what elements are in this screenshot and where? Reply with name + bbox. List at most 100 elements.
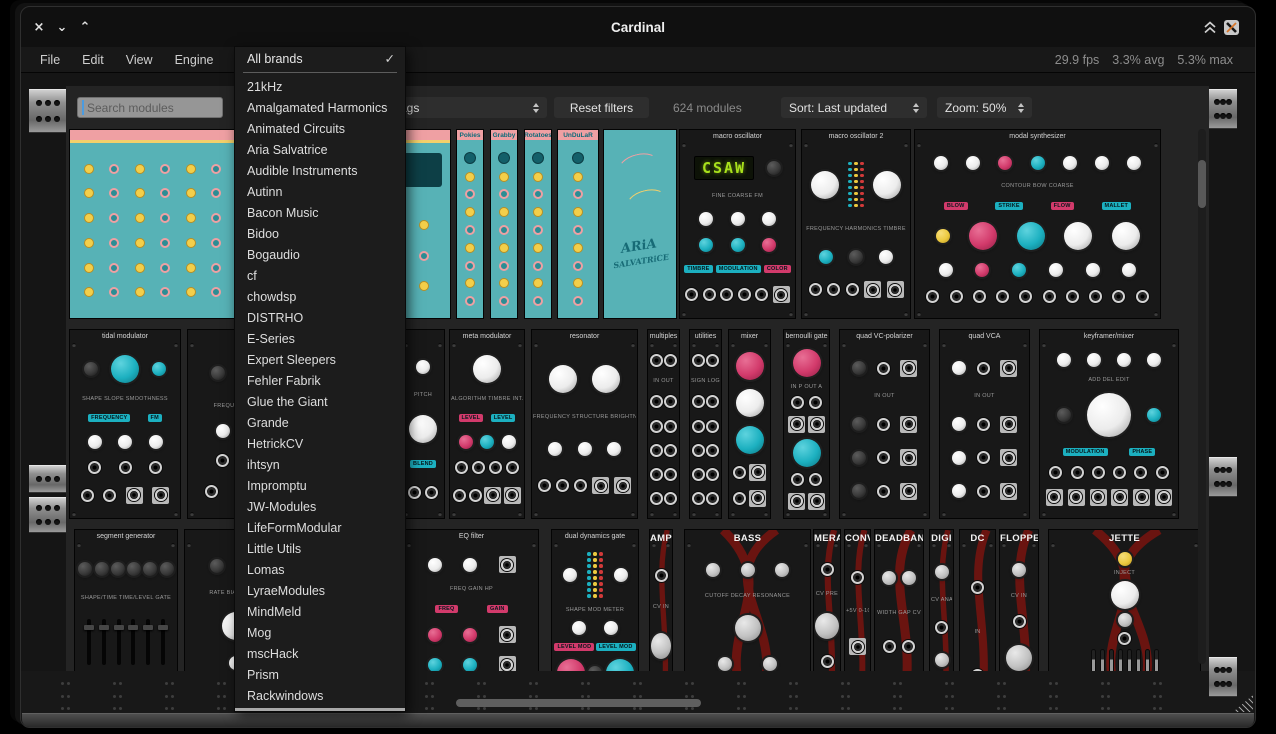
brand-menu-item[interactable]: cf bbox=[235, 266, 405, 287]
module-card[interactable]: PITCHBLEND bbox=[401, 329, 445, 519]
rack-hole-dot bbox=[847, 707, 850, 710]
control-row bbox=[803, 281, 909, 298]
module-modal-synthesizer[interactable]: modal synthesizerCONTOUR BOW COARSEBLOWS… bbox=[914, 129, 1161, 319]
module-keyframer-mixer[interactable]: keyframer/mixerADD DEL EDITMODULATIONPHA… bbox=[1039, 329, 1179, 519]
module-card[interactable]: ARiASALVATRiCE bbox=[603, 129, 677, 319]
sort-dropdown[interactable]: Sort: Last updated bbox=[781, 97, 927, 118]
module-undular[interactable]: UnDuLaR bbox=[557, 129, 599, 319]
module-bernoulli-gate[interactable]: bernoulli gateIN P OUT A bbox=[783, 329, 830, 519]
module-pokies[interactable]: Pokies bbox=[456, 129, 484, 319]
brand-menu-item[interactable]: 21kHz bbox=[235, 77, 405, 98]
brand-menu-item[interactable]: MindMeld bbox=[235, 602, 405, 623]
module-deadband[interactable]: DEADBANDWIDTH GAP CV bbox=[874, 529, 924, 671]
brand-menu-item[interactable]: Fehler Fabrik bbox=[235, 371, 405, 392]
brand-menu-item[interactable]: Autinn bbox=[235, 182, 405, 203]
brand-menu-item[interactable]: Lomas bbox=[235, 560, 405, 581]
brand-menu-item[interactable]: Little Utils bbox=[235, 539, 405, 560]
brand-menu-item[interactable]: Bidoo bbox=[235, 224, 405, 245]
brand-menu-item[interactable]: Glue the Giant bbox=[235, 392, 405, 413]
module-quad-vc-polarizer[interactable]: quad VC-polarizerIN OUT bbox=[839, 329, 930, 519]
brand-menu-item[interactable]: DISTRHO bbox=[235, 308, 405, 329]
module-digi[interactable]: DIGICV ANALOG bbox=[929, 529, 954, 671]
brand-menu-item[interactable]: Impromptu bbox=[235, 476, 405, 497]
brand-menu-item[interactable]: Aria Salvatrice bbox=[235, 140, 405, 161]
search-input[interactable] bbox=[77, 97, 223, 118]
module-card[interactable] bbox=[69, 129, 236, 319]
module-dual-dynamics-gate[interactable]: dual dynamics gateSHAPE MOD METERLEVEL M… bbox=[551, 529, 639, 671]
bottom-scrollbar-track[interactable] bbox=[22, 713, 1254, 728]
module-resonator[interactable]: resonatorFREQUENCY STRUCTURE BRIGHTNESS bbox=[531, 329, 638, 519]
brand-menu-item-all-brands[interactable]: All brands ✓ bbox=[235, 47, 405, 70]
screw-icon bbox=[947, 543, 951, 547]
module-jette[interactable]: JETTEINJECT bbox=[1048, 529, 1201, 671]
module-rotatoes[interactable]: Rotatoes bbox=[524, 129, 552, 319]
menubar-item-view[interactable]: View bbox=[115, 53, 164, 67]
brand-menu-item[interactable]: Bacon Music bbox=[235, 203, 405, 224]
knob bbox=[873, 171, 901, 199]
brand-menu-item[interactable]: Audible Instruments bbox=[235, 161, 405, 182]
rack-hole-dot bbox=[893, 695, 896, 698]
module-mera[interactable]: MERACV PRE bbox=[813, 529, 841, 671]
control-row bbox=[931, 653, 952, 667]
module-multiples[interactable]: multiplesIN OUT bbox=[647, 329, 680, 519]
control-row bbox=[1001, 563, 1037, 577]
module-grabby[interactable]: Grabby bbox=[490, 129, 518, 319]
reset-filters-button[interactable]: Reset filters bbox=[554, 97, 649, 118]
collapse-all-icon[interactable] bbox=[1203, 21, 1217, 34]
knob bbox=[718, 657, 732, 671]
brand-menu-item[interactable]: Animated Circuits bbox=[235, 119, 405, 140]
module-bass[interactable]: BASSCUTOFF DECAY RESONANCE bbox=[684, 529, 811, 671]
output-jack bbox=[499, 556, 516, 573]
rack-hole-dot bbox=[1159, 682, 1162, 685]
panel-controls: IN OUT bbox=[940, 341, 1029, 518]
module-conv[interactable]: CONV+5V 0-10V 0-10V bbox=[844, 529, 871, 671]
brand-menu-item[interactable]: E-Series bbox=[235, 329, 405, 350]
rack-hole-dot bbox=[841, 695, 844, 698]
horizontal-scrollbar-thumb[interactable] bbox=[456, 699, 701, 707]
zoom-dropdown[interactable]: Zoom: 50% bbox=[937, 97, 1032, 118]
knob bbox=[975, 263, 989, 277]
rack-background: Tags Reset filters 624 modules Sort: Las… bbox=[21, 73, 1255, 725]
brand-menu-item[interactable]: Grande bbox=[235, 413, 405, 434]
module-tidal-modulator[interactable]: tidal modulatorSHAPE SLOPE SMOOTHNESSFRE… bbox=[69, 329, 181, 519]
menubar-item-edit[interactable]: Edit bbox=[71, 53, 115, 67]
brand-menu-item[interactable]: ihtsyn bbox=[235, 455, 405, 476]
module-macro-oscillator-2[interactable]: macro oscillator 2FREQUENCY HARMONICS TI… bbox=[801, 129, 911, 319]
brand-menu-item[interactable]: Bogaudio bbox=[235, 245, 405, 266]
module-segment-generator[interactable]: segment generatorSHAPE/TIME TIME/LEVEL G… bbox=[74, 529, 178, 671]
aria-knob bbox=[465, 261, 475, 271]
screw-icon bbox=[187, 543, 191, 547]
module-macro-oscillator[interactable]: macro oscillatorCSAWFINE COARSE FMTIMBRE… bbox=[679, 129, 796, 319]
brand-menu-item[interactable]: LyraeModules bbox=[235, 581, 405, 602]
rail-hole bbox=[54, 505, 60, 511]
chip-row: TIMBREMODULATIONCOLOR bbox=[681, 265, 794, 273]
tags-dropdown[interactable]: Tags bbox=[386, 97, 547, 118]
brand-menu-item[interactable]: Expert Sleepers bbox=[235, 350, 405, 371]
module-quad-vca[interactable]: quad VCAIN OUT bbox=[939, 329, 1030, 519]
brand-menu-item[interactable]: chowdsp bbox=[235, 287, 405, 308]
brand-menu-item[interactable]: Mog bbox=[235, 623, 405, 644]
menubar-item-file[interactable]: File bbox=[29, 53, 71, 67]
aria-knob bbox=[84, 164, 94, 174]
brand-menu-item[interactable]: Amalgamated Harmonics bbox=[235, 98, 405, 119]
brand-menu-item[interactable]: HetrickCV bbox=[235, 434, 405, 455]
module-flopper[interactable]: FLOPPERCV IN bbox=[999, 529, 1039, 671]
screw-icon bbox=[932, 543, 936, 547]
brand-menu-item[interactable]: Prism bbox=[235, 665, 405, 686]
module-title: quad VCA bbox=[940, 330, 1029, 341]
module-mixer[interactable]: mixer bbox=[728, 329, 771, 519]
module-utilities[interactable]: utilitiesSIGN LOGIC S&H bbox=[689, 329, 722, 519]
brand-menu-item[interactable]: JW-Modules bbox=[235, 497, 405, 518]
knob bbox=[849, 250, 863, 264]
rack-hole-dot bbox=[587, 707, 590, 710]
vertical-scrollbar-thumb[interactable] bbox=[1198, 160, 1206, 208]
module-amp[interactable]: AMPCV IN bbox=[649, 529, 673, 671]
brand-menu-item[interactable]: LifeFormModular bbox=[235, 518, 405, 539]
module-dc[interactable]: DCIN bbox=[959, 529, 996, 671]
module-meta-modulator[interactable]: meta modulatorALGORITHM TIMBRE INT. OSCL… bbox=[449, 329, 525, 519]
knob bbox=[1127, 156, 1141, 170]
menubar-item-engine[interactable]: Engine bbox=[164, 53, 225, 67]
module-eq-filter[interactable]: EQ filterFREQ GAIN HPFREQGAIN bbox=[404, 529, 539, 671]
brand-menu-item[interactable]: Rackwindows bbox=[235, 686, 405, 707]
brand-menu-item[interactable]: mscHack bbox=[235, 644, 405, 665]
